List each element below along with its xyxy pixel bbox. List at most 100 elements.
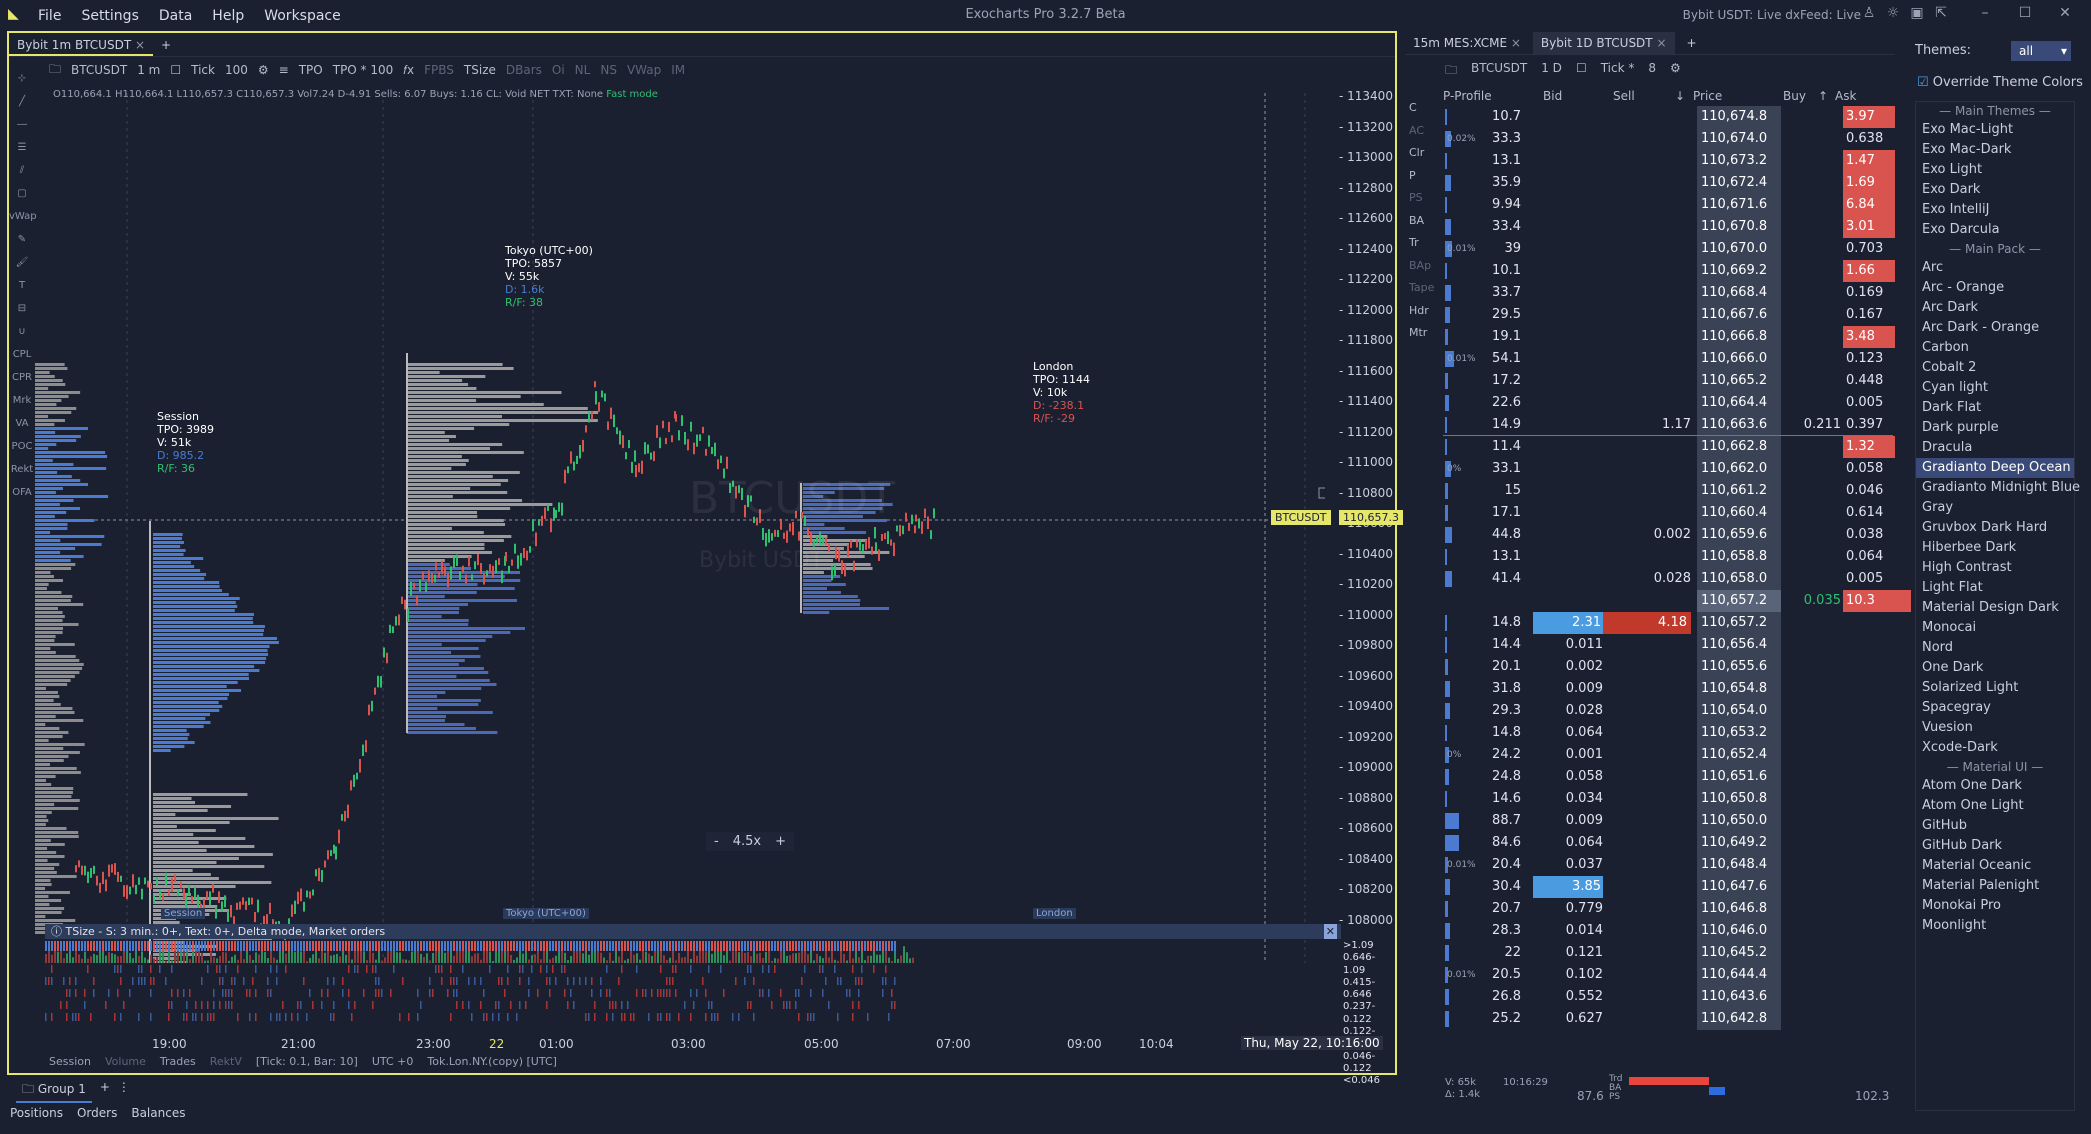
fib-tool-icon[interactable]: ⫽ <box>9 159 35 182</box>
text-tool-icon[interactable]: T <box>9 274 35 297</box>
im-toggle[interactable]: IM <box>671 63 685 77</box>
settings-icon[interactable]: ⚙ <box>258 63 269 77</box>
dom-row[interactable]: 33.7 110,668.4 0.169 <box>1443 282 1913 304</box>
dom-side-p[interactable]: P <box>1405 169 1435 192</box>
ofa-tool[interactable]: OFA <box>9 481 35 504</box>
dom-symbol-select[interactable]: BTCUSDT <box>1471 61 1527 82</box>
dom-side-c[interactable]: C <box>1405 101 1435 124</box>
dom-side-tape[interactable]: Tape <box>1405 281 1435 304</box>
tsize-toggle[interactable]: TSize <box>464 63 496 77</box>
chart-tab[interactable]: Bybit 1m BTCUSDT × <box>9 34 154 56</box>
restore-icon[interactable]: ⇱ <box>1932 5 1950 23</box>
dom-row[interactable]: 14.8 2.31 4.18 110,657.2 <box>1443 612 1913 634</box>
layout-icon[interactable]: ≡ <box>279 63 289 77</box>
dom-side-ac[interactable]: AC <box>1405 124 1435 147</box>
tpo-multiplier[interactable]: TPO * 100 <box>333 63 394 77</box>
dom-row[interactable]: 41.4 0.028 110,658.0 0.005 <box>1443 568 1913 590</box>
dom-row[interactable]: 14.4 0.011 110,656.4 <box>1443 634 1913 656</box>
dom-row[interactable]: 29.3 0.028 110,654.0 <box>1443 700 1913 722</box>
theme-item[interactable]: Gradianto Deep Ocean <box>1916 458 2074 478</box>
status-rektv[interactable]: RektV <box>210 1055 242 1068</box>
dom-side-hdr[interactable]: Hdr <box>1405 304 1435 327</box>
tab-orders[interactable]: Orders <box>77 1106 117 1120</box>
dom-row[interactable]: 22 0.121 110,645.2 <box>1443 942 1913 964</box>
header-bid[interactable]: Bid <box>1543 89 1562 103</box>
close-tab-icon[interactable]: × <box>1656 36 1666 50</box>
theme-item[interactable]: Gray <box>1916 498 2074 518</box>
themes-list[interactable]: — Main Themes — Exo Mac-Light Exo Mac-Dark… <box>1915 101 2080 1111</box>
dom-row[interactable]: 17.1 110,660.4 0.614 <box>1443 502 1913 524</box>
dom-tick-input[interactable]: 8 <box>1648 61 1656 82</box>
dom-row[interactable]: 33.4 110,670.8 3.01 <box>1443 216 1913 238</box>
dom-row[interactable]: 29.5 110,667.6 0.167 <box>1443 304 1913 326</box>
dom-row[interactable]: 11.4 110,662.8 1.32 <box>1443 436 1913 458</box>
rekt-tool[interactable]: Rekt <box>9 458 35 481</box>
theme-item[interactable]: Solarized Light <box>1916 678 2074 698</box>
theme-item[interactable]: GitHub Dark <box>1916 836 2074 856</box>
dom-row[interactable]: 0.01% 20.5 0.102 110,644.4 <box>1443 964 1913 986</box>
dom-side-bap[interactable]: BAp <box>1405 259 1435 282</box>
theme-item[interactable]: Arc - Orange <box>1916 278 2074 298</box>
status-session[interactable]: Session <box>49 1055 91 1068</box>
theme-item[interactable]: Arc Dark - Orange <box>1916 318 2074 338</box>
dom-row[interactable]: 14.8 0.064 110,653.2 <box>1443 722 1913 744</box>
status-sessions[interactable]: Tok.Lon.NY.(copy) [UTC] <box>427 1055 557 1068</box>
status-timezone[interactable]: UTC +0 <box>372 1055 414 1068</box>
theme-item[interactable]: Exo Mac-Dark <box>1916 140 2074 160</box>
theme-item[interactable]: Cyan light <box>1916 378 2074 398</box>
theme-item[interactable]: Arc <box>1916 258 2074 278</box>
folder-icon[interactable]: 🗀 <box>49 60 61 81</box>
dbars-toggle[interactable]: DBars <box>506 63 542 77</box>
dom-row[interactable]: 25.2 0.627 110,642.8 <box>1443 1008 1913 1030</box>
status-volume[interactable]: Volume <box>105 1055 146 1068</box>
dom-row[interactable]: 28.3 0.014 110,646.0 <box>1443 920 1913 942</box>
theme-item[interactable]: Moonlight <box>1916 916 2074 936</box>
add-group-icon[interactable]: + <box>100 1080 110 1103</box>
theme-item[interactable]: Hiberbee Dark <box>1916 538 2074 558</box>
theme-item[interactable]: Exo Mac-Light <box>1916 120 2074 140</box>
fx-icon[interactable]: 𝑓x <box>403 63 414 78</box>
tick-value-input[interactable]: 100 <box>225 63 248 77</box>
theme-item[interactable]: Exo Dark <box>1916 180 2074 200</box>
settings-icon[interactable]: ⚙ <box>1670 61 1681 82</box>
close-button[interactable]: ✕ <box>2056 5 2074 23</box>
add-tab-icon[interactable]: + <box>153 34 179 56</box>
timeframe-select[interactable]: 1 m <box>137 63 160 77</box>
dom-row[interactable]: 20.1 0.002 110,655.6 <box>1443 656 1913 678</box>
magnet-tool-icon[interactable]: ∪ <box>9 320 35 343</box>
ns-toggle[interactable]: NS <box>600 63 617 77</box>
dom-row[interactable]: 14.9 1.17 110,663.6 0.211 0.397 <box>1443 414 1913 436</box>
symbol-select[interactable]: BTCUSDT <box>71 63 127 77</box>
override-colors-checkbox[interactable]: ☑ Override Theme Colors <box>1917 75 2083 90</box>
zoom-out-button[interactable]: - <box>714 834 719 849</box>
dom-row[interactable]: 15 110,661.2 0.046 <box>1443 480 1913 502</box>
cpr-tool[interactable]: CPR <box>9 366 35 389</box>
theme-item[interactable]: Vuesion <box>1916 718 2074 738</box>
theme-item[interactable]: Material Oceanic <box>1916 856 2074 876</box>
more-icon[interactable]: ⋮ <box>118 1080 130 1103</box>
dom-row[interactable]: 88.7 0.009 110,650.0 <box>1443 810 1913 832</box>
channel-tool-icon[interactable]: ☰ <box>9 136 35 159</box>
dom-row[interactable]: 35.9 110,672.4 1.69 <box>1443 172 1913 194</box>
tpo-select[interactable]: TPO <box>299 63 323 77</box>
dom-row[interactable]: 14.6 0.034 110,650.8 <box>1443 788 1913 810</box>
close-tab-icon[interactable]: × <box>1511 36 1521 50</box>
header-ask[interactable]: Ask <box>1835 89 1856 103</box>
theme-item[interactable]: Dracula <box>1916 438 2074 458</box>
theme-item[interactable]: One Dark <box>1916 658 2074 678</box>
cpl-tool[interactable]: CPL <box>9 343 35 366</box>
hline-tool-icon[interactable]: ― <box>9 113 35 136</box>
add-tab-icon[interactable]: + <box>1679 32 1705 54</box>
va-tool[interactable]: VA <box>9 412 35 435</box>
dom-tf-select[interactable]: 1 D <box>1541 61 1562 82</box>
sort-icon[interactable]: ↓ <box>1675 89 1685 103</box>
minimize-button[interactable]: – <box>1976 5 1994 23</box>
line-tool-icon[interactable]: ╱ <box>9 90 35 113</box>
theme-item[interactable]: Arc Dark <box>1916 298 2074 318</box>
dom-row[interactable]: 20.7 0.779 110,646.8 <box>1443 898 1913 920</box>
sort-icon[interactable]: ↑ <box>1818 89 1828 103</box>
dom-row[interactable]: 17.2 110,665.2 0.448 <box>1443 370 1913 392</box>
brush-tool-icon[interactable]: 🖌 <box>9 251 35 274</box>
dom-row[interactable]: 22.6 110,664.4 0.005 <box>1443 392 1913 414</box>
vwap-toggle[interactable]: VWap <box>627 63 661 77</box>
